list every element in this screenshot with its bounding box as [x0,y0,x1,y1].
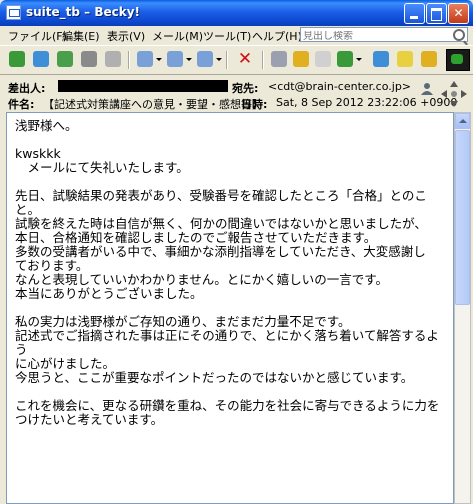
reply-icon[interactable] [166,50,192,68]
toolbar: ✕ [0,45,473,75]
move-icon[interactable] [336,50,362,68]
subject-value: 【記述式対策講座への意見・要望・感想等】 [43,98,263,111]
menu-mail[interactable]: メール(M) [152,28,203,44]
close-button[interactable]: ✕ [448,3,469,24]
header-search-field[interactable] [300,27,468,43]
header-pan-icon[interactable] [440,80,468,108]
send-receive-icon[interactable] [32,50,50,68]
contact-icon[interactable] [420,82,434,96]
forward-icon[interactable] [196,50,222,68]
maximize-button[interactable] [426,3,447,24]
menu-file[interactable]: ファイル(F) [8,28,67,44]
toolbar-separator [262,51,264,69]
receive-mail-icon[interactable] [8,50,26,68]
header-search-input[interactable] [301,30,453,43]
minimize-button[interactable] [404,3,425,24]
window-title: suite_tb – Becky! [26,5,141,19]
scroll-thumb[interactable] [455,130,470,305]
toolbar-separator [226,51,228,69]
menu-edit[interactable]: 編集(E) [62,28,100,44]
compose-icon[interactable] [136,50,162,68]
pen-icon[interactable] [292,50,310,68]
toolbar-separator [128,51,130,69]
title-bar[interactable]: suite_tb – Becky! ✕ [0,0,473,26]
from-label: 差出人: [8,82,46,95]
scroll-up-arrow-icon[interactable] [455,113,470,129]
date-label: 日時: [241,98,268,111]
from-address[interactable] [61,79,226,91]
print-icon[interactable] [104,50,122,68]
menu-view[interactable]: 表示(V) [107,28,145,44]
to-address[interactable]: <cdt@brain-center.co.jp> [268,80,411,93]
note-icon[interactable] [314,50,332,68]
address-book-icon[interactable] [80,50,98,68]
becky-window: suite_tb – Becky! ✕ ファイル(F) 編集(E) 表示(V) … [0,0,473,504]
date-value: Sat, 8 Sep 2012 23:22:06 +0900 [276,96,458,109]
sort-icon[interactable] [372,50,390,68]
vertical-scrollbar[interactable] [454,112,471,504]
subject-label: 件名: [8,98,35,111]
mail-app-icon [6,5,21,20]
receive-all-icon[interactable] [56,50,74,68]
delete-icon[interactable]: ✕ [236,50,254,68]
edit-icon[interactable] [420,50,438,68]
filter-icon[interactable] [270,50,288,68]
memo-icon[interactable] [396,50,414,68]
terminal-icon[interactable] [446,49,470,71]
message-body-text: 浅野様へ。 kwskkk メールにて失礼いたします。 先日、試験結果の発表があり… [15,118,440,427]
menu-tools[interactable]: ツール(T) [203,28,251,44]
search-icon[interactable] [453,29,465,41]
to-label: 宛先: [232,82,259,95]
message-body-pane[interactable]: 浅野様へ。 kwskkk メールにて失礼いたします。 先日、試験結果の発表があり… [6,112,454,504]
menu-help[interactable]: ヘルプ(H) [252,28,302,44]
